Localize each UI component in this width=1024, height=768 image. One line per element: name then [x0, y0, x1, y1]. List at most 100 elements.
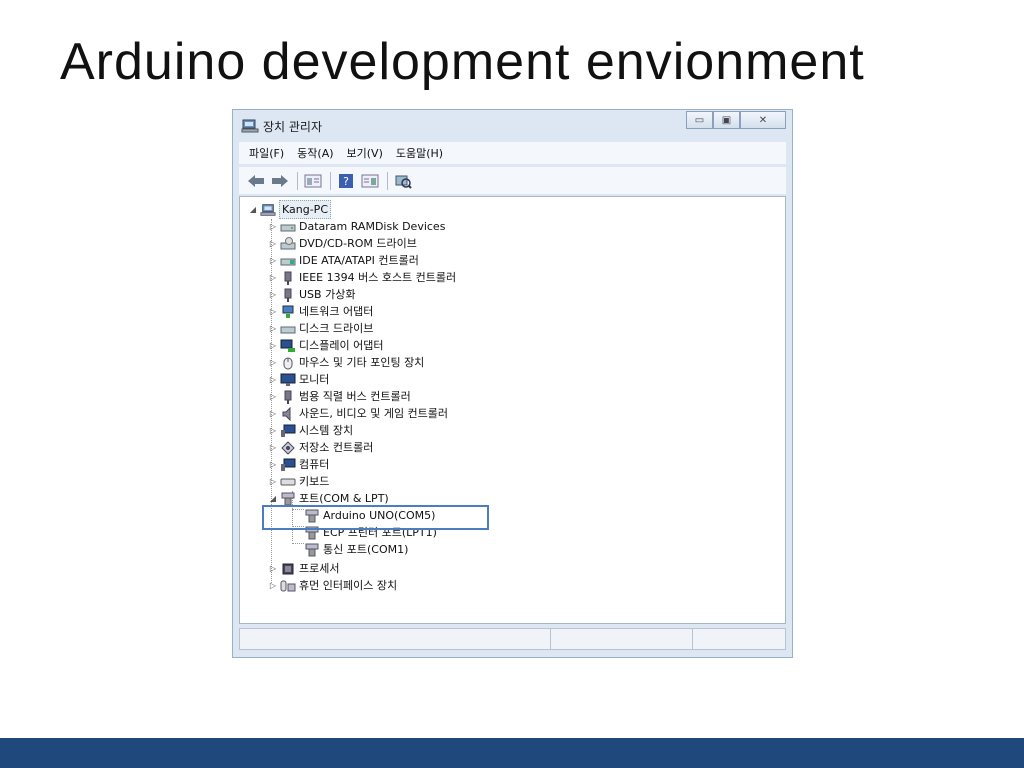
- expand-arrow-icon[interactable]: ▷: [268, 307, 278, 316]
- tree-item-label: 마우스 및 기타 포인팅 장치: [299, 356, 425, 369]
- tree-item-label: 저장소 컨트롤러: [299, 441, 374, 454]
- tree-item-mouse[interactable]: ▷ 마우스 및 기타 포인팅 장치: [268, 354, 424, 371]
- svg-text:?: ?: [343, 175, 349, 188]
- toolbar-separator: [330, 171, 331, 190]
- tree-item-keyboard[interactable]: ▷ 키보드: [268, 473, 329, 490]
- tree-item-storage[interactable]: ▷ 저장소 컨트롤러: [268, 439, 373, 456]
- tree-item-label: IDE ATA/ATAPI 컨트롤러: [299, 254, 419, 267]
- tree-item-com1[interactable]: 통신 포트(COM1): [302, 541, 408, 558]
- tree-item-label: IEEE 1394 버스 호스트 컨트롤러: [299, 271, 457, 284]
- forward-arrow-icon[interactable]: [269, 171, 291, 191]
- tree-item-display[interactable]: ▷ 디스플레이 어댑터: [268, 337, 383, 354]
- expand-arrow-icon[interactable]: ▷: [268, 564, 278, 573]
- expand-arrow-icon[interactable]: ▷: [268, 460, 278, 469]
- tree-item-monitor[interactable]: ▷ 모니터: [268, 371, 329, 388]
- tree-item-ide[interactable]: ▷ IDE ATA/ATAPI 컨트롤러: [268, 252, 419, 269]
- tree-item-dvd[interactable]: ▷ DVD/CD-ROM 드라이브: [268, 235, 417, 252]
- tree-item-hid[interactable]: ▷ 휴먼 인터페이스 장치: [268, 577, 397, 594]
- tree-item-system[interactable]: ▷ 시스템 장치: [268, 422, 353, 439]
- view-icon[interactable]: [359, 171, 381, 191]
- tree-item-label: 시스템 장치: [299, 424, 354, 437]
- expand-arrow-icon[interactable]: ▷: [268, 426, 278, 435]
- tree-item-label: 컴퓨터: [299, 458, 330, 471]
- back-arrow-icon[interactable]: [245, 171, 267, 191]
- toolbar-separator: [297, 171, 298, 190]
- expand-arrow-icon[interactable]: ▷: [268, 477, 278, 486]
- tree-item-ieee1394[interactable]: ▷ IEEE 1394 버스 호스트 컨트롤러: [268, 269, 456, 286]
- window-title: 장치 관리자: [263, 120, 323, 134]
- tree-item-computer[interactable]: ▷ 컴퓨터: [268, 456, 329, 473]
- tree-item-label: 휴먼 인터페이스 장치: [299, 579, 398, 592]
- expand-arrow-icon[interactable]: ▷: [268, 222, 278, 231]
- expand-arrow-icon[interactable]: ▷: [268, 273, 278, 282]
- display-icon: [280, 339, 296, 353]
- scan-hardware-icon[interactable]: [392, 171, 414, 191]
- expand-arrow-icon[interactable]: ▷: [268, 239, 278, 248]
- collapse-arrow-icon[interactable]: ◢: [248, 205, 258, 214]
- tree-item-usb-controller[interactable]: ▷ 범용 직렬 버스 컨트롤러: [268, 388, 411, 405]
- minimize-button[interactable]: ▭: [686, 111, 713, 129]
- speaker-icon: [280, 406, 296, 421]
- menu-help[interactable]: 도움말(H): [396, 145, 443, 161]
- tree-item-network[interactable]: ▷ 네트워크 어댑터: [268, 303, 373, 320]
- tree-item-label: 사운드, 비디오 및 게임 컨트롤러: [299, 407, 449, 420]
- expand-arrow-icon[interactable]: ▷: [268, 375, 278, 384]
- menu-action[interactable]: 동작(A): [297, 145, 333, 161]
- tree-item-label: 네트워크 어댑터: [299, 305, 374, 318]
- status-segment: [550, 629, 551, 649]
- usb-icon: [280, 288, 296, 302]
- computer-icon: [260, 203, 276, 217]
- tree-item-label: 프로세서: [299, 562, 340, 575]
- tree-item-label: 디스플레이 어댑터: [299, 339, 384, 352]
- port-icon: [280, 492, 296, 506]
- menu-file[interactable]: 파일(F): [249, 145, 284, 161]
- tree-item-disk[interactable]: ▷ 디스크 드라이브: [268, 320, 373, 337]
- network-icon: [280, 305, 296, 319]
- status-bar: [239, 628, 786, 650]
- ide-icon: [280, 254, 296, 268]
- maximize-button[interactable]: ▣: [713, 111, 740, 129]
- expand-arrow-icon[interactable]: ▷: [268, 392, 278, 401]
- title-bar[interactable]: 장치 관리자 ▭ ▣ ✕: [233, 110, 792, 140]
- collapse-arrow-icon[interactable]: ◢: [268, 494, 278, 503]
- monitor-icon: [280, 373, 296, 387]
- window-controls: ▭ ▣ ✕: [686, 111, 786, 129]
- keyboard-icon: [280, 475, 296, 489]
- tree-item-sound[interactable]: ▷ 사운드, 비디오 및 게임 컨트롤러: [268, 405, 448, 422]
- usb-controller-icon: [280, 390, 296, 404]
- slide-title: Arduino development envionment: [60, 33, 865, 91]
- properties-icon[interactable]: [302, 171, 324, 191]
- expand-arrow-icon[interactable]: ▷: [268, 358, 278, 367]
- computer-small-icon: [280, 458, 296, 472]
- tree-item-dataram[interactable]: ▷ Dataram RAMDisk Devices: [268, 218, 446, 235]
- expand-arrow-icon[interactable]: ▷: [268, 256, 278, 265]
- disk-icon: [280, 322, 296, 336]
- menu-view[interactable]: 보기(V): [347, 145, 383, 161]
- expand-arrow-icon[interactable]: ▷: [268, 324, 278, 333]
- system-icon: [280, 424, 296, 438]
- drive-icon: [280, 220, 296, 234]
- expand-arrow-icon[interactable]: ▷: [268, 443, 278, 452]
- tree-item-label: 모니터: [299, 373, 330, 386]
- expand-arrow-icon[interactable]: ▷: [268, 409, 278, 418]
- hid-icon: [280, 579, 296, 593]
- close-button[interactable]: ✕: [740, 111, 786, 129]
- menu-bar: 파일(F) 동작(A) 보기(V) 도움말(H): [239, 142, 786, 164]
- tree-item-label: 통신 포트(COM1): [323, 543, 409, 556]
- tree-root[interactable]: ◢ Kang-PC: [248, 200, 331, 219]
- tree-item-processor[interactable]: ▷ 프로세서: [268, 560, 340, 577]
- expand-arrow-icon[interactable]: ▷: [268, 341, 278, 350]
- footer-bar: [0, 738, 1024, 768]
- dvd-icon: [280, 236, 296, 251]
- storage-icon: [280, 440, 296, 455]
- toolbar: ?: [239, 166, 786, 194]
- expand-arrow-icon[interactable]: ▷: [268, 581, 278, 590]
- processor-icon: [280, 562, 296, 576]
- plug-icon: [280, 271, 296, 285]
- tree-item-label: Dataram RAMDisk Devices: [299, 220, 446, 233]
- port-icon: [304, 543, 320, 557]
- expand-arrow-icon[interactable]: ▷: [268, 290, 278, 299]
- tree-item-usb-virtual[interactable]: ▷ USB 가상화: [268, 286, 355, 303]
- device-tree: ◢ Kang-PC ▷ Dataram RAMDisk Devices ▷ DV…: [239, 196, 786, 624]
- help-icon[interactable]: ?: [335, 171, 357, 191]
